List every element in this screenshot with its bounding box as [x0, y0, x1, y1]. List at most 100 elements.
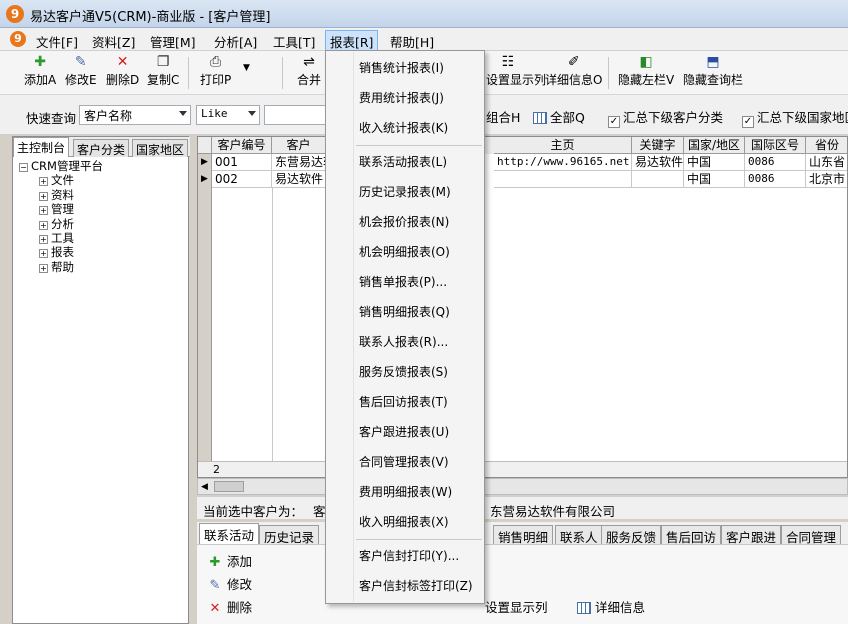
column-header[interactable]: 客户 [272, 137, 326, 154]
merge-button[interactable]: ⇌ 合并 [297, 54, 321, 88]
all-query-button[interactable]: 全部Q [533, 107, 585, 126]
menu-item-income-stat-report[interactable]: 收入统计报表(K) [326, 116, 484, 140]
cell-province[interactable]: 北京市 [806, 171, 847, 188]
edit-icon: ✎ [74, 54, 87, 70]
menu-item-after-sales-visit-report[interactable]: 售后回访报表(T) [326, 390, 484, 414]
menu-data[interactable]: 资料[Z] [88, 31, 139, 52]
add-button[interactable]: ✚ 添加A [24, 54, 56, 88]
menu-item-sales-stat-report[interactable]: 销售统计报表(I) [326, 56, 484, 80]
collapse-icon[interactable]: − [19, 163, 28, 172]
cell-country[interactable]: 中国 [684, 154, 745, 171]
menu-item-opportunity-detail-report[interactable]: 机会明细报表(O) [326, 240, 484, 264]
menu-analysis[interactable]: 分析[A] [210, 31, 261, 52]
tree-node-manage[interactable]: + 管理 [19, 202, 103, 216]
detail-edit-button[interactable]: ✎ 修改 [207, 574, 252, 597]
menu-item-envelope-label-print[interactable]: 客户信封标签打印(Z) [326, 574, 484, 598]
tab-contract-management[interactable]: 合同管理 [781, 525, 842, 545]
menu-item-contact-activity-report[interactable]: 联系活动报表(L) [326, 150, 484, 174]
tree-node-reports[interactable]: + 报表 [19, 245, 103, 259]
hide-left-panel-button[interactable]: ◧ 隐藏左栏V [618, 54, 674, 88]
tree-node-help[interactable]: + 帮助 [19, 260, 103, 274]
menu-item-contract-report[interactable]: 合同管理报表(V) [326, 450, 484, 474]
menu-help[interactable]: 帮助[H] [386, 31, 438, 52]
cell-keyword[interactable]: 易达软件 [632, 154, 684, 171]
column-header[interactable]: 省份 [806, 137, 847, 154]
cell-customer-id[interactable]: 001 [212, 154, 272, 171]
tab-customer-category[interactable]: 客户分类 [73, 139, 130, 157]
column-header[interactable]: 客户编号 [212, 137, 272, 154]
hide-query-bar-button[interactable]: ⬒ 隐藏查询栏 [683, 54, 743, 88]
detail-add-button[interactable]: ✚ 添加 [207, 551, 252, 574]
tab-sales-detail[interactable]: 销售明细 [493, 525, 554, 545]
sum-subregion-checkbox[interactable]: ✓ 汇总下级国家地区 [742, 107, 848, 128]
cell-customer-name[interactable]: 易达软件 [272, 171, 326, 188]
expand-icon[interactable]: + [39, 263, 48, 273]
cell-keyword[interactable] [632, 171, 684, 188]
delete-button[interactable]: ✕ 删除D [106, 54, 139, 88]
menu-item-customer-follow-up-report[interactable]: 客户跟进报表(U) [326, 420, 484, 444]
tab-contacts[interactable]: 联系人 [555, 525, 603, 545]
tab-customer-follow-up[interactable]: 客户跟进 [721, 525, 782, 545]
column-header[interactable]: 主页 [494, 137, 632, 154]
scrollbar-thumb[interactable] [214, 481, 244, 492]
search-field-select[interactable]: 客户名称 [79, 105, 191, 125]
menu-item-income-detail-report[interactable]: 收入明细报表(X) [326, 510, 484, 534]
cell-intl-code[interactable]: 0086 [745, 171, 806, 188]
tab-service-feedback[interactable]: 服务反馈 [601, 525, 662, 545]
tab-history[interactable]: 历史记录 [259, 525, 320, 545]
menu-item-sales-detail-report[interactable]: 销售明细报表(Q) [326, 300, 484, 324]
menu-manage[interactable]: 管理[M] [146, 31, 200, 52]
menu-item-history-report[interactable]: 历史记录报表(M) [326, 180, 484, 204]
cell-homepage[interactable] [494, 171, 632, 188]
cell-homepage[interactable]: http://www.96165.net [494, 154, 632, 171]
cell-province[interactable]: 山东省 [806, 154, 847, 171]
cell-country[interactable]: 中国 [684, 171, 745, 188]
column-header[interactable]: 国际区号 [745, 137, 806, 154]
display-columns-button[interactable]: ☷ 设置显示列 [486, 54, 546, 88]
toolbar-divider [608, 57, 609, 89]
menu-tools[interactable]: 工具[T] [269, 31, 319, 52]
menu-item-expense-stat-report[interactable]: 费用统计报表(J) [326, 86, 484, 110]
cell-customer-id[interactable]: 002 [212, 171, 272, 188]
edit-button[interactable]: ✎ 修改E [65, 54, 97, 88]
combine-query-button[interactable]: 组合H [486, 107, 520, 126]
menu-file[interactable]: 文件[F] [32, 31, 82, 52]
horizontal-scrollbar[interactable]: ◀ [197, 478, 848, 495]
expand-icon[interactable]: + [39, 191, 48, 201]
menu-item-sales-order-report[interactable]: 销售单报表(P)... [326, 270, 484, 294]
cell-intl-code[interactable]: 0086 [745, 154, 806, 171]
print-button[interactable]: ⎙ 打印P [200, 54, 231, 88]
column-header[interactable]: 国家/地区 [684, 137, 745, 154]
expand-icon[interactable]: + [39, 249, 48, 259]
expand-icon[interactable]: + [39, 177, 48, 187]
search-input[interactable] [264, 105, 326, 125]
menu-item-opportunity-quote-report[interactable]: 机会报价报表(N) [326, 210, 484, 234]
menu-item-envelope-print[interactable]: 客户信封打印(Y)... [326, 544, 484, 568]
expand-icon[interactable]: + [39, 206, 48, 216]
column-header[interactable]: 关键字 [632, 137, 684, 154]
tab-country-region[interactable]: 国家地区 [132, 139, 189, 157]
expand-icon[interactable]: + [39, 220, 48, 230]
search-operator-select[interactable]: Like [196, 105, 260, 125]
menu-item-expense-detail-report[interactable]: 费用明细报表(W) [326, 480, 484, 504]
tab-contact-activity[interactable]: 联系活动 [199, 523, 260, 545]
menu-logo-icon[interactable]: 9 [10, 31, 26, 47]
detail-delete-button[interactable]: ✕ 删除 [207, 597, 252, 620]
sum-subclass-checkbox[interactable]: ✓ 汇总下级客户分类 [608, 107, 723, 128]
menu-item-contacts-report[interactable]: 联系人报表(R)... [326, 330, 484, 354]
detail-info-button[interactable]: 详细信息 [507, 597, 645, 616]
menu-item-service-feedback-report[interactable]: 服务反馈报表(S) [326, 360, 484, 384]
expand-icon[interactable]: + [39, 235, 48, 245]
tab-after-sales-visit[interactable]: 售后回访 [661, 525, 722, 545]
cell-customer-name[interactable]: 东营易达软 [272, 154, 326, 171]
tree-node-tools[interactable]: + 工具 [19, 231, 103, 245]
detail-info-button[interactable]: ✐ 详细信息O [545, 54, 602, 88]
tree-node-data[interactable]: + 资料 [19, 188, 103, 202]
tree-node-file[interactable]: + 文件 [19, 173, 103, 187]
copy-button[interactable]: ❐ 复制C [147, 54, 179, 88]
tree-root[interactable]: − CRM管理平台 [19, 159, 103, 173]
tab-main-console[interactable]: 主控制台 [13, 137, 70, 157]
scroll-left-arrow-icon[interactable]: ◀ [201, 482, 208, 492]
print-dropdown-arrow-icon[interactable]: ▼ [243, 63, 250, 73]
tree-node-analysis[interactable]: + 分析 [19, 217, 103, 231]
